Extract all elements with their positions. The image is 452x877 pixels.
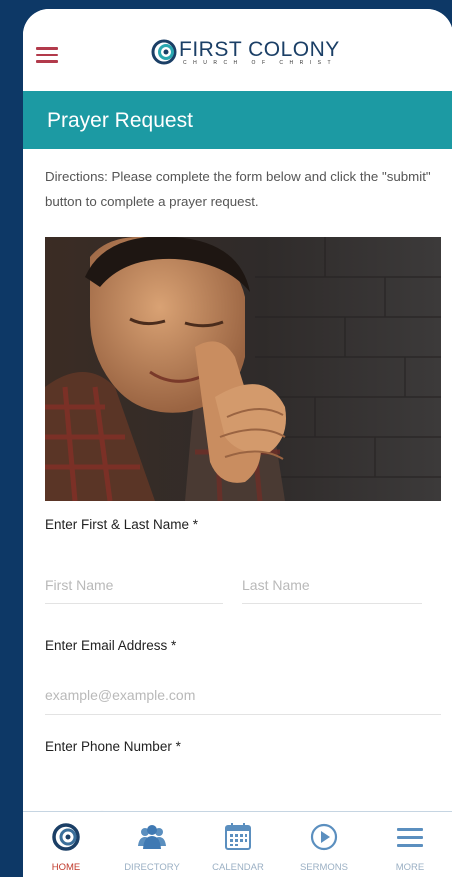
tab-directory[interactable]: DIRECTORY — [109, 812, 195, 877]
name-label: Enter First & Last Name * — [45, 517, 199, 532]
email-label: Enter Email Address * — [45, 638, 177, 653]
people-icon — [138, 825, 166, 849]
top-bar: FIRST COLONY CHURCH OF CHRIST — [23, 9, 452, 91]
tab-home-label: HOME — [51, 862, 81, 873]
tab-directory-label: DIRECTORY — [124, 862, 180, 873]
logo-swirl-icon — [151, 39, 177, 65]
tab-home[interactable]: HOME — [23, 812, 109, 877]
praying-man-photo — [45, 237, 441, 501]
page-title-bar: Prayer Request — [23, 91, 452, 149]
home-logo-icon — [52, 823, 80, 851]
tab-more[interactable]: MORE — [367, 812, 452, 877]
first-name-input[interactable]: First Name — [45, 577, 113, 593]
email-underline — [45, 714, 441, 715]
page-title: Prayer Request — [47, 109, 193, 132]
tab-sermons[interactable]: SERMONS — [281, 812, 367, 877]
first-name-underline — [45, 603, 223, 604]
tab-calendar[interactable]: CALENDAR — [195, 812, 281, 877]
phone-label: Enter Phone Number * — [45, 739, 181, 754]
hamburger-menu-icon[interactable] — [36, 47, 58, 63]
last-name-underline — [242, 603, 422, 604]
tab-calendar-label: CALENDAR — [212, 862, 264, 873]
directions-text: Directions: Please complete the form bel… — [45, 169, 431, 209]
menu-icon — [397, 828, 423, 847]
email-input[interactable]: example@example.com — [45, 687, 195, 703]
logo-text: FIRST COLONY — [179, 38, 340, 61]
last-name-input[interactable]: Last Name — [242, 577, 310, 593]
photo-illustration — [45, 237, 441, 501]
tab-sermons-label: SERMONS — [299, 862, 349, 873]
logo-subtext: CHURCH OF CHRIST — [183, 60, 337, 66]
phone-screen: FIRST COLONY CHURCH OF CHRIST Prayer Req… — [23, 9, 452, 877]
calendar-icon — [225, 823, 251, 850]
bottom-tab-bar: HOME DIRECTORY CALENDAR SERMONS MORE — [23, 811, 452, 877]
tab-more-label: MORE — [395, 862, 425, 873]
play-icon — [310, 823, 338, 851]
